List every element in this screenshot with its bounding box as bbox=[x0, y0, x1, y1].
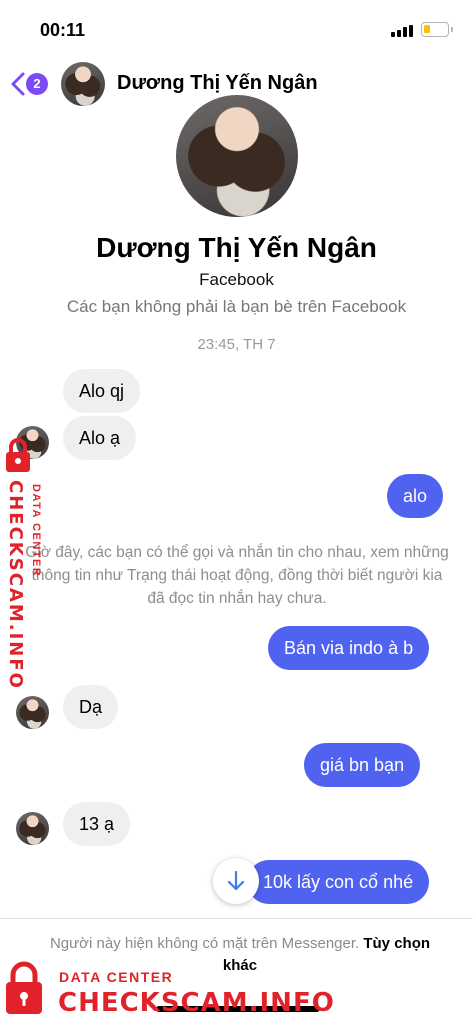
incoming-message[interactable]: 13 ạ bbox=[63, 802, 131, 846]
status-bar: 00:11 bbox=[0, 0, 473, 52]
watermark-big-text: CHECKSCAM.INFO bbox=[58, 988, 335, 1018]
sender-avatar[interactable] bbox=[16, 696, 49, 729]
scroll-to-bottom-button[interactable] bbox=[213, 858, 259, 904]
lock-icon bbox=[6, 438, 30, 472]
profile-photo[interactable] bbox=[176, 95, 298, 217]
outgoing-message[interactable]: alo bbox=[387, 474, 444, 518]
status-time: 00:11 bbox=[40, 20, 86, 40]
scroll-down-arrow-icon bbox=[227, 870, 245, 891]
header-contact-name[interactable]: Dương Thị Yến Ngân bbox=[117, 72, 318, 95]
lock-icon bbox=[6, 961, 42, 1014]
battery-icon bbox=[421, 22, 453, 37]
watermark-small-text: DATA CENTER bbox=[59, 969, 174, 985]
unread-count-badge[interactable]: 2 bbox=[26, 73, 48, 95]
incoming-message[interactable]: Dạ bbox=[63, 685, 119, 729]
watermark-small-text: DATA CENTER bbox=[30, 484, 42, 578]
profile-platform: Facebook bbox=[199, 270, 274, 289]
signal-icon bbox=[391, 25, 413, 37]
outgoing-message[interactable]: giá bn bạn bbox=[304, 743, 421, 787]
incoming-message[interactable]: Alo ạ bbox=[63, 416, 137, 460]
incoming-message[interactable]: Alo qj bbox=[63, 369, 141, 413]
profile-name: Dương Thị Yến Ngân bbox=[96, 232, 377, 263]
conversation-timestamp: 23:45, TH 7 bbox=[197, 336, 276, 353]
system-message: Giờ đây, các bạn có thể gọi và nhắn tin … bbox=[25, 544, 449, 607]
footer-divider bbox=[0, 918, 473, 919]
outgoing-message[interactable]: 10k lấy con cổ nhé bbox=[247, 860, 430, 904]
header-avatar[interactable] bbox=[61, 62, 105, 106]
back-chevron-icon[interactable] bbox=[8, 70, 28, 98]
profile-relationship-note: Các bạn không phải là bạn bè trên Facebo… bbox=[66, 297, 407, 316]
unavailable-note: Người này hiện không có mặt trên Messeng… bbox=[49, 935, 360, 952]
sender-avatar[interactable] bbox=[16, 812, 49, 845]
outgoing-message[interactable]: Bán via indo à b bbox=[268, 626, 430, 670]
watermark-big-text: CHECKSCAM.INFO bbox=[5, 480, 26, 690]
